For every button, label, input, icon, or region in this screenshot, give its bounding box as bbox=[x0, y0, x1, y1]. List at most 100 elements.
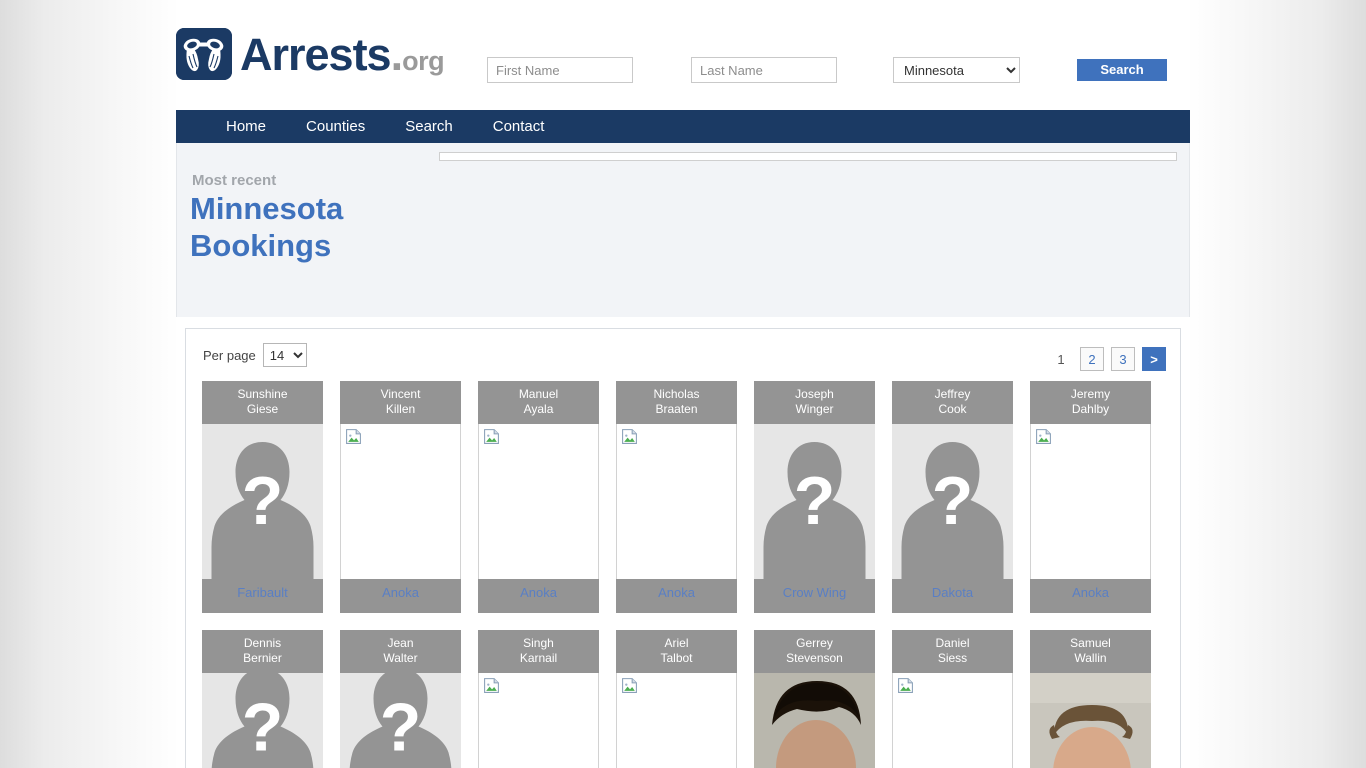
svg-text:?: ? bbox=[932, 463, 974, 539]
booking-first-name: Dennis bbox=[243, 636, 282, 650]
nav-item-home[interactable]: Home bbox=[206, 110, 286, 143]
booking-card-name: Jeffrey Cook bbox=[892, 381, 1013, 424]
booking-first-name: Sunshine bbox=[237, 387, 288, 401]
booking-county-link[interactable]: Anoka bbox=[478, 579, 599, 613]
page-next-button[interactable]: > bbox=[1142, 347, 1166, 371]
booking-county-link[interactable]: Anoka bbox=[340, 579, 461, 613]
booking-card[interactable]: Ariel Talbot bbox=[616, 630, 737, 768]
broken-image-icon bbox=[340, 424, 461, 579]
logo-tld: org bbox=[402, 45, 445, 76]
per-page-label: Per page bbox=[203, 347, 256, 363]
booking-card[interactable]: Joseph Winger? Crow Wing bbox=[754, 381, 875, 613]
booking-last-name: Winger bbox=[795, 402, 834, 416]
ad-slot bbox=[439, 152, 1177, 161]
booking-card-name: Nicholas Braaten bbox=[616, 381, 737, 424]
logo-dot: . bbox=[390, 28, 403, 80]
page-title: Minnesota Bookings bbox=[190, 190, 410, 264]
mugshot-photo bbox=[1030, 673, 1151, 768]
site-header: Arrests.org Minnesota Search bbox=[176, 0, 1190, 110]
booking-card-name: Daniel Siess bbox=[892, 630, 1013, 673]
booking-card[interactable]: Samuel Wallin bbox=[1030, 630, 1151, 768]
page-link-2[interactable]: 2 bbox=[1080, 347, 1104, 371]
booking-card[interactable]: Jean Walter? bbox=[340, 630, 461, 768]
results-panel: Per page 14 1 2 3 > Sunshine Giese? Fariba… bbox=[185, 328, 1181, 768]
booking-card[interactable]: Sunshine Giese? Faribault bbox=[202, 381, 323, 613]
per-page-select[interactable]: 14 bbox=[262, 343, 307, 367]
booking-card-name: Singh Karnail bbox=[478, 630, 599, 673]
svg-text:?: ? bbox=[380, 690, 422, 766]
person-placeholder-icon: ? bbox=[754, 424, 875, 579]
search-button[interactable]: Search bbox=[1077, 59, 1167, 81]
booking-last-name: Braaten bbox=[655, 402, 698, 416]
broken-image-icon bbox=[1030, 424, 1151, 579]
person-placeholder-icon: ? bbox=[202, 424, 323, 579]
booking-card[interactable]: Jeffrey Cook? Dakota bbox=[892, 381, 1013, 613]
booking-last-name: Wallin bbox=[1074, 651, 1107, 665]
booking-last-name: Karnail bbox=[519, 651, 558, 665]
booking-card[interactable]: Nicholas Braaten Anoka bbox=[616, 381, 737, 613]
results-toolbar: Per page 14 1 2 3 > bbox=[186, 329, 1180, 381]
page-link-3[interactable]: 3 bbox=[1111, 347, 1135, 371]
mugshot-photo bbox=[754, 673, 875, 768]
bookings-grid: Sunshine Giese? Faribault Vincent Killen Anok… bbox=[186, 381, 1180, 768]
booking-card-name: Vincent Killen bbox=[340, 381, 461, 424]
nav-item-search[interactable]: Search bbox=[385, 110, 473, 143]
booking-card[interactable]: Manuel Ayala Anoka bbox=[478, 381, 599, 613]
page-container: Arrests.org Minnesota Search Home Counti… bbox=[176, 0, 1190, 768]
booking-last-name: Siess bbox=[937, 651, 968, 665]
booking-card-name: Jean Walter bbox=[340, 630, 461, 673]
booking-county-link[interactable]: Anoka bbox=[616, 579, 737, 613]
booking-first-name: Singh bbox=[523, 636, 554, 650]
booking-first-name: Jeffrey bbox=[934, 387, 971, 401]
page-title-line1: Minnesota bbox=[190, 191, 344, 226]
booking-last-name: Killen bbox=[385, 402, 416, 416]
page-title-line2: Bookings bbox=[190, 228, 332, 263]
state-select[interactable]: Minnesota bbox=[893, 57, 1020, 83]
booking-card-name: Joseph Winger bbox=[754, 381, 875, 424]
logo-word: Arrests bbox=[240, 28, 392, 80]
booking-county-link[interactable]: Crow Wing bbox=[754, 579, 875, 613]
page-current: 1 bbox=[1057, 351, 1065, 367]
page-eyebrow: Most recent bbox=[192, 172, 277, 189]
pagination: 1 2 3 > bbox=[1049, 347, 1166, 371]
booking-county-link[interactable]: Anoka bbox=[1030, 579, 1151, 613]
booking-card[interactable]: Daniel Siess bbox=[892, 630, 1013, 768]
nav-item-counties[interactable]: Counties bbox=[286, 110, 385, 143]
first-name-input[interactable] bbox=[487, 57, 633, 83]
broken-image-icon bbox=[478, 424, 599, 579]
nav-item-contact[interactable]: Contact bbox=[473, 110, 565, 143]
svg-text:?: ? bbox=[794, 463, 836, 539]
booking-first-name: Jean bbox=[387, 636, 414, 650]
person-placeholder-icon: ? bbox=[340, 673, 461, 768]
booking-last-name: Dahlby bbox=[1071, 402, 1110, 416]
booking-first-name: Vincent bbox=[380, 387, 421, 401]
booking-card[interactable]: Dennis Bernier? bbox=[202, 630, 323, 768]
booking-card-name: Ariel Talbot bbox=[616, 630, 737, 673]
site-logo[interactable]: Arrests.org bbox=[176, 28, 445, 80]
booking-card-name: Gerrey Stevenson bbox=[754, 630, 875, 673]
person-placeholder-icon: ? bbox=[202, 673, 323, 768]
booking-county-link[interactable]: Dakota bbox=[892, 579, 1013, 613]
page-left-shadow bbox=[0, 0, 180, 768]
booking-card[interactable]: Gerrey Stevenson bbox=[754, 630, 875, 768]
last-name-input[interactable] bbox=[691, 57, 837, 83]
booking-last-name: Cook bbox=[938, 402, 967, 416]
svg-text:?: ? bbox=[242, 463, 284, 539]
booking-card-name: Sunshine Giese bbox=[202, 381, 323, 424]
handcuffs-icon bbox=[176, 28, 232, 80]
booking-card-name: Dennis Bernier bbox=[202, 630, 323, 673]
booking-last-name: Giese bbox=[246, 402, 279, 416]
booking-card[interactable]: Vincent Killen Anoka bbox=[340, 381, 461, 613]
booking-card-name: Samuel Wallin bbox=[1030, 630, 1151, 673]
booking-card[interactable]: Jeremy Dahlby Anoka bbox=[1030, 381, 1151, 613]
booking-county-link[interactable]: Faribault bbox=[202, 579, 323, 613]
booking-last-name: Bernier bbox=[243, 651, 282, 665]
logo-wordmark: Arrests.org bbox=[240, 28, 445, 80]
booking-last-name: Talbot bbox=[660, 651, 693, 665]
booking-card[interactable]: Singh Karnail bbox=[478, 630, 599, 768]
broken-image-icon bbox=[616, 673, 737, 768]
main-navigation: Home Counties Search Contact bbox=[176, 110, 1190, 143]
booking-first-name: Manuel bbox=[518, 387, 559, 401]
broken-image-icon bbox=[892, 673, 1013, 768]
page-right-shadow bbox=[1186, 0, 1366, 768]
